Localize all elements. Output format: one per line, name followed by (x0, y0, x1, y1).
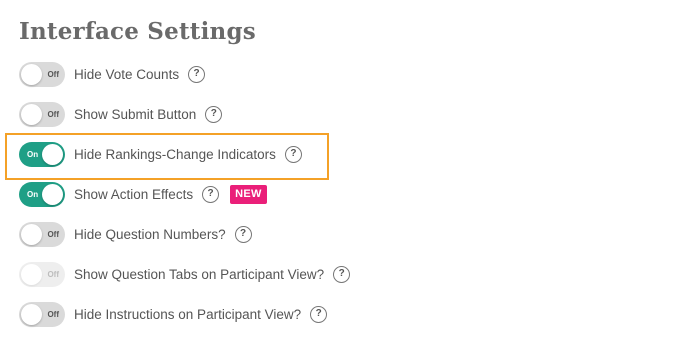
show-question-tabs-toggle: Off (19, 261, 65, 287)
help-icon[interactable]: ? (234, 225, 252, 243)
setting-row-hide-question-numbers: Off Hide Question Numbers? ? (19, 220, 252, 248)
help-icon[interactable]: ? (310, 305, 328, 323)
toggle-state-label: On (27, 149, 39, 159)
toggle-knob (21, 263, 42, 285)
hide-rankings-change-indicators-toggle[interactable]: On (19, 141, 65, 167)
toggle-state-label: Off (47, 229, 59, 239)
toggle-state-label: Off (47, 69, 59, 79)
toggle-knob (21, 103, 42, 125)
show-action-effects-toggle[interactable]: On (19, 181, 65, 207)
toggle-state-label: Off (47, 309, 59, 319)
setting-row-hide-vote-counts: Off Hide Vote Counts ? (19, 60, 206, 88)
hide-vote-counts-label: Hide Vote Counts (74, 66, 180, 82)
help-icon[interactable]: ? (333, 265, 351, 283)
toggle-knob (21, 303, 42, 325)
help-icon[interactable]: ? (188, 65, 206, 83)
show-action-effects-label: Show Action Effects (74, 186, 194, 202)
toggle-knob (21, 63, 42, 85)
hide-instructions-toggle[interactable]: Off (19, 301, 65, 327)
setting-row-hide-rankings-change-indicators: On Hide Rankings-Change Indicators ? (5, 133, 329, 180)
setting-row-hide-instructions: Off Hide Instructions on Participant Vie… (19, 300, 328, 328)
toggle-knob (42, 183, 63, 205)
show-submit-button-toggle[interactable]: Off (19, 101, 65, 127)
toggle-state-label: On (27, 189, 39, 199)
interface-settings-panel: Interface Settings Off Hide Vote Counts … (0, 0, 687, 364)
help-icon[interactable]: ? (284, 145, 302, 163)
show-question-tabs-label: Show Question Tabs on Participant View? (74, 266, 325, 282)
hide-instructions-label: Hide Instructions on Participant View? (74, 306, 302, 322)
setting-row-show-action-effects: On Show Action Effects ? NEW (19, 180, 267, 208)
hide-rankings-change-indicators-label: Hide Rankings-Change Indicators (74, 146, 276, 162)
setting-row-show-question-tabs: Off Show Question Tabs on Participant Vi… (19, 260, 351, 288)
help-icon[interactable]: ? (202, 185, 220, 203)
hide-vote-counts-toggle[interactable]: Off (19, 61, 65, 87)
show-submit-button-label: Show Submit Button (74, 106, 197, 122)
hide-question-numbers-toggle[interactable]: Off (19, 221, 65, 247)
setting-row-show-submit-button: Off Show Submit Button ? (19, 100, 223, 128)
new-badge: NEW (230, 184, 267, 204)
section-title: Interface Settings (19, 18, 256, 45)
hide-question-numbers-label: Hide Question Numbers? (74, 226, 226, 242)
toggle-state-label: Off (47, 269, 59, 279)
toggle-knob (42, 143, 63, 165)
help-icon[interactable]: ? (205, 105, 223, 123)
toggle-state-label: Off (47, 109, 59, 119)
toggle-knob (21, 223, 42, 245)
